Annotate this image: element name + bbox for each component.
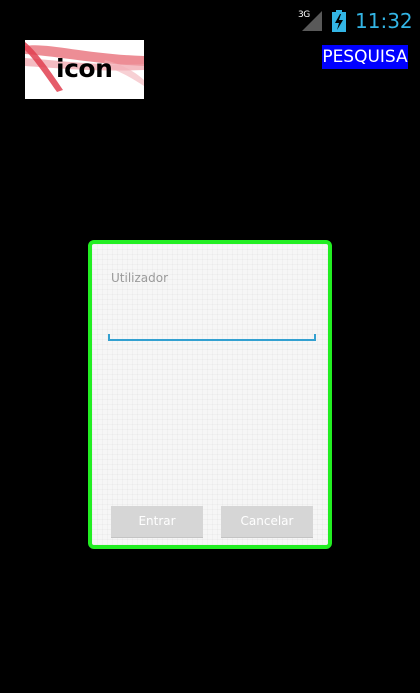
login-dialog: Utilizador Entrar Cancelar [88,240,332,549]
logo-text: icon [56,54,113,83]
search-button[interactable]: PESQUISA [322,45,408,69]
app-logo: icon [25,40,144,99]
enter-button[interactable]: Entrar [111,506,203,538]
cancel-button[interactable]: Cancelar [221,506,313,538]
input-underline-right-tick [314,334,316,340]
input-underline [108,339,316,341]
battery-charging-icon [332,10,346,32]
signal-icon [302,11,322,31]
app-screen: 3G 11:32 icon PESQUISA Utilizador Entrar… [0,0,420,693]
status-bar: 3G 11:32 [0,0,420,40]
username-input[interactable] [108,318,316,340]
username-label: Utilizador [111,271,169,285]
clock: 11:32 [355,9,413,33]
